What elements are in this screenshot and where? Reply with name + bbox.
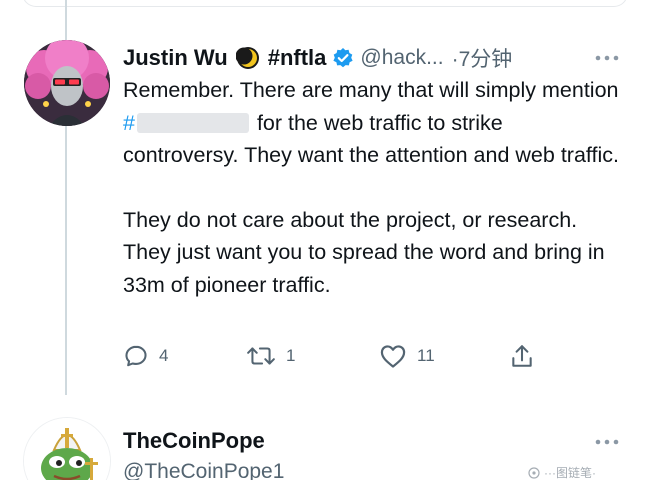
tweet-text: Remember. There are many that will simpl… — [123, 74, 623, 301]
display-name[interactable]: TheCoinPope — [123, 428, 265, 454]
user-handle[interactable]: @hack... — [360, 46, 443, 70]
reply-button[interactable]: 4 — [123, 343, 168, 369]
retweet-count: 1 — [286, 346, 296, 365]
more-icon[interactable] — [594, 54, 620, 62]
tweet-paragraph: They do not care about the project, or r… — [123, 207, 605, 297]
pope-frog-avatar-image — [24, 418, 110, 480]
avatar[interactable] — [24, 418, 110, 480]
verified-badge-icon — [332, 47, 354, 69]
reply-count: 4 — [159, 346, 169, 365]
tweet-actions-bar: 4 1 11 — [123, 343, 543, 373]
tweet-header: Justin Wu #nftla @hack... ·7分钟 — [123, 42, 512, 74]
user-handle[interactable]: @TheCoinPope1 — [123, 460, 284, 480]
tweet-timestamp[interactable]: ·7分钟 — [452, 43, 513, 73]
pink-hair-avatar-image — [24, 40, 110, 126]
watermark-icon — [528, 466, 540, 479]
tweet-thread-view: Justin Wu #nftla @hack... ·7分钟 Remember.… — [0, 0, 647, 480]
tweet-paragraph: Remember. There are many that will simpl… — [123, 74, 623, 172]
heart-icon — [380, 345, 406, 368]
crescent-moon-icon — [235, 46, 260, 70]
reply-icon — [125, 345, 147, 367]
hashtag-link[interactable]: # — [123, 111, 135, 135]
retweet-button[interactable]: 1 — [246, 343, 295, 369]
avatar[interactable] — [24, 40, 110, 126]
share-button[interactable] — [510, 343, 534, 369]
watermark-text: ···图链笔· — [544, 466, 596, 480]
watermark: ···图链笔· — [528, 464, 596, 480]
like-button[interactable]: 11 — [379, 343, 435, 369]
redacted-hashtag-blur — [136, 112, 249, 133]
retweet-icon — [247, 347, 275, 365]
tweet-text-segment: Remember. There are many that will simpl… — [123, 78, 619, 102]
more-icon[interactable] — [594, 438, 620, 446]
share-icon — [512, 345, 532, 367]
display-name[interactable]: Justin Wu — [123, 45, 228, 71]
previous-tweet-card-edge — [22, 0, 628, 7]
like-count: 11 — [417, 346, 435, 365]
name-hashtag: #nftla — [267, 45, 327, 70]
